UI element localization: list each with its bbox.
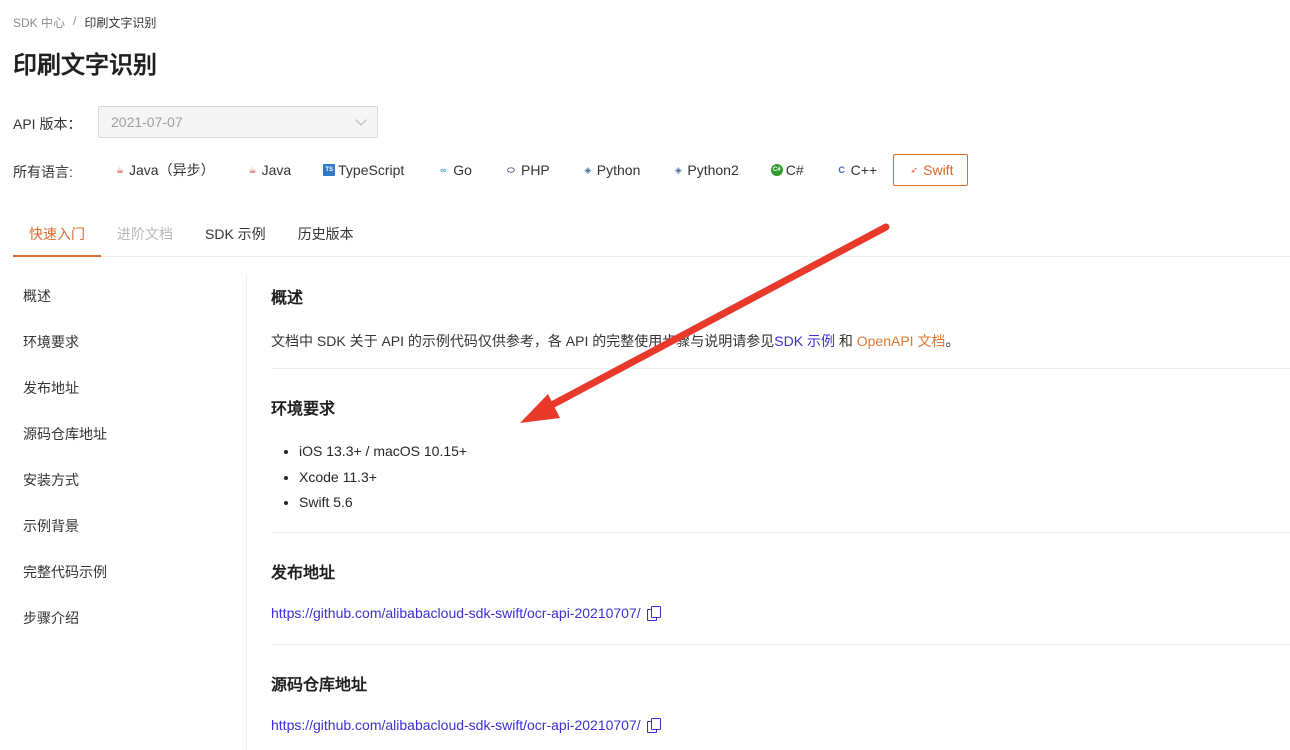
list-item: iOS 13.3+ / macOS 10.15+ <box>299 439 1290 465</box>
language-list: ☕ Java（异步） ☕ Java TS TypeScript ∞ Go ⬭ P… <box>98 154 969 186</box>
tab-quick-start[interactable]: 快速入门 <box>13 212 101 257</box>
python-icon: ◈ <box>584 165 592 175</box>
page-title: 印刷文字识别 <box>13 52 157 79</box>
section-requirements: 环境要求 iOS 13.3+ / macOS 10.15+ Xcode 11.3… <box>271 369 1290 533</box>
list-item: Xcode 11.3+ <box>299 465 1290 491</box>
language-go[interactable]: ∞ Go <box>420 154 488 186</box>
sidebar-item-steps[interactable]: 步骤介绍 <box>13 596 246 642</box>
language-label: C++ <box>850 162 878 178</box>
csharp-icon: C# <box>770 164 783 176</box>
language-csharp[interactable]: C# C# <box>755 154 820 186</box>
language-label: Java <box>261 162 292 178</box>
overview-text: 文档中 SDK 关于 API 的示例代码仅供参考，各 API 的完整使用步骤与说… <box>271 333 775 349</box>
overview-text: 。 <box>945 333 960 349</box>
list-item: Swift 5.6 <box>299 490 1290 516</box>
tab-sdk-examples[interactable]: SDK 示例 <box>189 212 282 257</box>
overview-text: 和 <box>834 333 857 349</box>
breadcrumb-root-link[interactable]: SDK 中心 <box>13 14 65 31</box>
language-java-async[interactable]: ☕ Java（异步） <box>98 154 231 186</box>
language-label: PHP <box>520 162 550 178</box>
sdk-examples-link[interactable]: SDK 示例 <box>774 333 835 349</box>
language-swift[interactable]: ➶ Swift <box>893 154 969 186</box>
api-version-select[interactable]: 2021-07-07 <box>98 106 378 138</box>
section-title: 概述 <box>271 290 304 307</box>
repo-url-link[interactable]: https://github.com/alibabacloud-sdk-swif… <box>271 717 641 733</box>
breadcrumb-current: 印刷文字识别 <box>84 16 157 30</box>
section-title: 环境要求 <box>271 401 336 418</box>
doc-tabs: 快速入门 进阶文档 SDK 示例 历史版本 <box>13 212 1290 257</box>
breadcrumb-separator: / <box>73 14 77 28</box>
release-url-row: https://github.com/alibabacloud-sdk-swif… <box>271 605 1290 621</box>
repo-url-row: https://github.com/alibabacloud-sdk-swif… <box>271 717 1290 733</box>
language-java[interactable]: ☕ Java <box>231 154 308 186</box>
tab-advanced-docs[interactable]: 进阶文档 <box>101 212 189 257</box>
copy-icon[interactable] <box>646 606 661 621</box>
language-label: TypeScript <box>338 162 405 178</box>
go-icon: ∞ <box>440 165 447 175</box>
sidebar-item-overview[interactable]: 概述 <box>13 274 246 320</box>
java-icon: ☕ <box>248 165 257 175</box>
sidebar-nav: 概述 环境要求 发布地址 源码仓库地址 安装方式 示例背景 完整代码示例 步骤介… <box>13 274 247 750</box>
language-typescript[interactable]: TS TypeScript <box>307 154 420 186</box>
section-title: 源码仓库地址 <box>271 677 368 694</box>
requirements-list: iOS 13.3+ / macOS 10.15+ Xcode 11.3+ Swi… <box>271 439 1290 516</box>
section-overview: 概述 文档中 SDK 关于 API 的示例代码仅供参考，各 API 的完整使用步… <box>271 270 1290 369</box>
release-url-link[interactable]: https://github.com/alibabacloud-sdk-swif… <box>271 605 641 621</box>
copy-icon[interactable] <box>646 718 661 733</box>
sidebar-item-background[interactable]: 示例背景 <box>13 504 246 550</box>
tab-history-versions[interactable]: 历史版本 <box>282 212 370 257</box>
language-cpp[interactable]: C C++ <box>820 154 893 186</box>
language-python[interactable]: ◈ Python <box>566 154 657 186</box>
language-label: Python2 <box>687 162 739 178</box>
typescript-icon: TS <box>323 164 336 176</box>
sidebar-item-requirements[interactable]: 环境要求 <box>13 320 246 366</box>
sidebar-item-install[interactable]: 安装方式 <box>13 458 246 504</box>
language-label: C# <box>785 162 804 178</box>
doc-content: 概述 文档中 SDK 关于 API 的示例代码仅供参考，各 API 的完整使用步… <box>271 270 1290 733</box>
sidebar-item-release[interactable]: 发布地址 <box>13 366 246 412</box>
language-label: Python <box>596 162 641 178</box>
sidebar-item-full-example[interactable]: 完整代码示例 <box>13 550 246 596</box>
breadcrumb: SDK 中心 / 印刷文字识别 <box>13 14 156 31</box>
section-release: 发布地址 https://github.com/alibabacloud-sdk… <box>271 533 1290 645</box>
cpp-icon: C <box>838 165 845 175</box>
api-version-label: API 版本： <box>13 116 82 132</box>
languages-label: 所有语言: <box>13 164 73 180</box>
language-label: Go <box>453 162 472 178</box>
php-icon: ⬭ <box>507 165 515 175</box>
section-repo: 源码仓库地址 https://github.com/alibabacloud-s… <box>271 645 1290 733</box>
java-icon: ☕ <box>115 165 125 175</box>
openapi-docs-link[interactable]: OpenAPI 文档 <box>857 333 946 349</box>
api-version-value: 2021-07-07 <box>111 114 183 130</box>
language-php[interactable]: ⬭ PHP <box>488 154 566 186</box>
sidebar-item-repo[interactable]: 源码仓库地址 <box>13 412 246 458</box>
language-python2[interactable]: ◈ Python2 <box>656 154 754 186</box>
language-label: Java（异步） <box>129 162 215 178</box>
chevron-down-icon <box>355 114 367 126</box>
section-title: 发布地址 <box>271 565 336 582</box>
swift-icon: ➶ <box>910 165 918 175</box>
overview-paragraph: 文档中 SDK 关于 API 的示例代码仅供参考，各 API 的完整使用步骤与说… <box>271 331 1290 351</box>
language-label: Swift <box>923 162 954 178</box>
python-icon: ◈ <box>674 165 682 175</box>
